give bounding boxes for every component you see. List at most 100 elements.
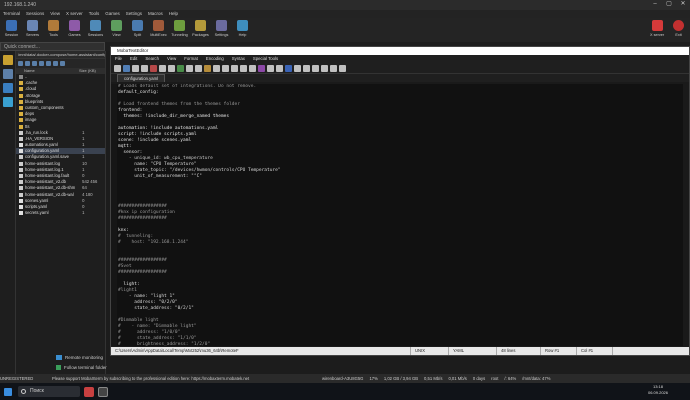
editor-tool-icon[interactable] — [114, 65, 121, 72]
menu-item-settings[interactable]: Settings — [126, 10, 142, 18]
close-button[interactable]: ✕ — [676, 0, 690, 10]
monitor-stat: root — [491, 376, 499, 381]
up-folder-icon[interactable] — [18, 61, 23, 66]
maximize-button[interactable]: ▢ — [662, 0, 676, 10]
taskbar-search[interactable]: Поиск — [18, 386, 80, 397]
editor-tool-icon[interactable] — [222, 65, 229, 72]
status-lines: 48 lines — [497, 347, 541, 355]
editor-tool-icon[interactable] — [276, 65, 283, 72]
vertical-scrollbar[interactable] — [683, 84, 689, 346]
editor-toolbar — [111, 63, 689, 74]
download-icon[interactable] — [32, 61, 37, 66]
toolbar-multiexec-button[interactable]: MultiExec — [149, 20, 168, 40]
editor-tool-icon[interactable] — [213, 65, 220, 72]
remote-monitoring-button[interactable]: Remote monitoring — [56, 352, 110, 362]
toolbar-tunneling-button[interactable]: Tunneling — [170, 20, 189, 40]
follow-terminal-checkbox[interactable]: Follow terminal folder — [56, 362, 110, 372]
toolbar-label: Servers — [25, 33, 40, 37]
menu-item-view[interactable]: View — [50, 10, 60, 18]
editor-menu-view[interactable]: View — [167, 55, 176, 63]
editor-tool-icon[interactable] — [123, 65, 130, 72]
toolbar-session-button[interactable]: Session — [2, 20, 21, 40]
remote-path-input[interactable]: /mnt/data/.docker-compose/home-assistant… — [16, 51, 105, 59]
editor-tool-icon[interactable] — [132, 65, 139, 72]
toolbar-tools-button[interactable]: Tools — [44, 20, 63, 40]
editor-tool-icon[interactable] — [150, 65, 157, 72]
editor-tool-icon[interactable] — [258, 65, 265, 72]
tools-tab-icon[interactable] — [3, 69, 13, 79]
sessions-icon — [90, 20, 101, 31]
file-icon — [19, 198, 23, 203]
upload-icon[interactable] — [39, 61, 44, 66]
toolbar-help-button[interactable]: Help — [233, 20, 252, 40]
toolbar-settings-button[interactable]: Settings — [212, 20, 231, 40]
toolbar-sessions-button[interactable]: Sessions — [86, 20, 105, 40]
exit-button[interactable]: Exit — [673, 20, 684, 37]
start-button[interactable] — [4, 387, 12, 396]
support-notice[interactable]: Please support MobaXterm by subscribing … — [52, 374, 282, 383]
editor-tool-icon[interactable] — [312, 65, 319, 72]
toolbar-servers-button[interactable]: Servers — [23, 20, 42, 40]
sessions-tab-icon[interactable] — [3, 55, 13, 65]
monitor-stat: /: 64% — [504, 376, 517, 381]
editor-tool-icon[interactable] — [168, 65, 175, 72]
editor-tool-icon[interactable] — [231, 65, 238, 72]
servers-icon — [27, 20, 38, 31]
editor-tool-icon[interactable] — [321, 65, 328, 72]
refresh-icon[interactable] — [25, 61, 30, 66]
editor-tool-icon[interactable] — [195, 65, 202, 72]
editor-menu-syntax[interactable]: Syntax — [232, 55, 245, 63]
editor-menu-edit[interactable]: Edit — [130, 55, 137, 63]
editor-tool-icon[interactable] — [339, 65, 346, 72]
toolbar-split-button[interactable]: Split — [128, 20, 147, 40]
minimize-button[interactable]: – — [648, 0, 662, 10]
editor-tab-configuration[interactable]: configuration.yaml — [117, 74, 165, 82]
editor-tool-icon[interactable] — [159, 65, 166, 72]
taskbar-mobaxterm-icon[interactable] — [98, 386, 108, 397]
delete-icon[interactable] — [60, 61, 65, 66]
menu-item-sessions[interactable]: Sessions — [26, 10, 44, 18]
toolbar-games-button[interactable]: Games — [65, 20, 84, 40]
editor-tool-icon[interactable] — [330, 65, 337, 72]
exit-label: Exit — [675, 33, 682, 37]
parent-folder-icon — [19, 75, 23, 79]
menu-item-help[interactable]: Help — [169, 10, 178, 18]
toolbar-packages-button[interactable]: Packages — [191, 20, 210, 40]
new-folder-icon[interactable] — [53, 61, 58, 66]
editor-menu-encoding[interactable]: Encoding — [206, 55, 224, 63]
editor-tool-icon[interactable] — [204, 65, 211, 72]
remote-monitoring-bar: UNREGISTERED VERSION Please support Moba… — [0, 374, 690, 390]
editor-tool-icon[interactable] — [285, 65, 292, 72]
menu-item-tools[interactable]: Tools — [89, 10, 100, 18]
macros-tab-icon[interactable] — [3, 83, 13, 93]
editor-tool-icon[interactable] — [186, 65, 193, 72]
editor-menu-file[interactable]: File — [115, 55, 122, 63]
editor-tool-icon[interactable] — [249, 65, 256, 72]
menu-item-x-server[interactable]: X server — [66, 10, 83, 18]
toolbar-label: Split — [133, 33, 142, 37]
editor-tool-icon[interactable] — [267, 65, 274, 72]
new-file-icon[interactable] — [46, 61, 51, 66]
quick-connect-input[interactable]: Quick connect... — [0, 42, 105, 51]
editor-tool-icon[interactable] — [240, 65, 247, 72]
editor-menu-search[interactable]: Search — [145, 55, 159, 63]
editor-tool-icon[interactable] — [303, 65, 310, 72]
toolbar-view-button[interactable]: View — [107, 20, 126, 40]
editor-tool-icon[interactable] — [141, 65, 148, 72]
editor-menu-format[interactable]: Format — [184, 55, 198, 63]
xserver-button[interactable]: X server — [650, 20, 664, 37]
power-icon — [673, 20, 684, 31]
file-icon — [19, 136, 23, 141]
file-icon — [19, 211, 23, 216]
editor-menu-special-tools[interactable]: Special Tools — [253, 55, 278, 63]
file-size: 1 — [82, 210, 85, 216]
editor-tool-icon[interactable] — [294, 65, 301, 72]
menu-item-games[interactable]: Games — [105, 10, 120, 18]
sftp-tab-icon[interactable] — [3, 97, 13, 107]
menu-item-macros[interactable]: Macros — [148, 10, 163, 18]
taskbar-app-icon[interactable] — [84, 386, 94, 397]
file-row[interactable]: secrets.yaml 1 — [16, 210, 105, 216]
editor-tool-icon[interactable] — [177, 65, 184, 72]
code-area[interactable]: # Loads default set of integrations. Do … — [111, 84, 689, 346]
menu-item-terminal[interactable]: Terminal — [3, 10, 20, 18]
